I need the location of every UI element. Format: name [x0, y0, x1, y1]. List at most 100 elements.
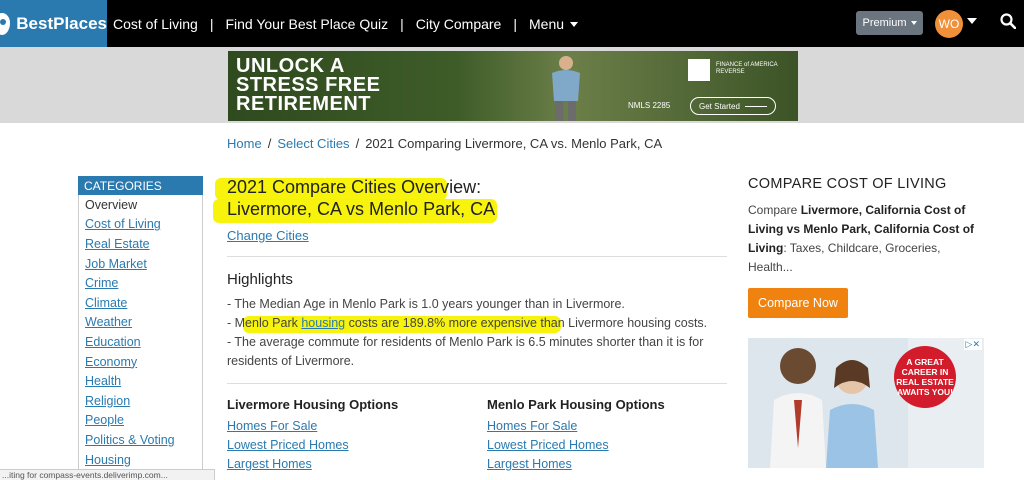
sidebar-item-politics-voting[interactable]: Politics & Voting	[79, 430, 202, 450]
menlo-park-lowest-priced-link[interactable]: Lowest Priced Homes	[487, 438, 609, 452]
get-started-label: Get Started	[699, 101, 740, 111]
sidebar-item-education[interactable]: Education	[79, 332, 202, 352]
sidebar-item-health[interactable]: Health	[79, 371, 202, 391]
sidebar-link[interactable]: Housing	[85, 453, 131, 467]
highlight-text: costs are 189.8% more expensive than Liv…	[345, 316, 708, 330]
sidebar-link[interactable]: Climate	[85, 296, 127, 310]
page-title: 2021 Compare Cities Overview: Livermore,…	[227, 176, 495, 220]
banner-brand: FINANCE of AMERICA REVERSE	[716, 62, 778, 76]
livermore-housing-heading: Livermore Housing Options	[227, 397, 399, 412]
ad-people-image	[748, 338, 908, 468]
highlight-housing-cost: - Menlo Park housing costs are 189.8% mo…	[227, 314, 707, 333]
categories-list: Overview Cost of Living Real Estate Job …	[78, 195, 203, 470]
breadcrumb-home[interactable]: Home	[227, 136, 262, 151]
brand-name: BestPlaces	[16, 13, 107, 33]
livermore-lowest-priced-link[interactable]: Lowest Priced Homes	[227, 438, 349, 452]
compare-cost-panel: COMPARE COST OF LIVING Compare Livermore…	[748, 176, 988, 468]
highlight-median-age: - The Median Age in Menlo Park is 1.0 ye…	[227, 297, 625, 311]
highlight-text: - Menlo Park	[227, 316, 302, 330]
sidebar-item-cost-of-living[interactable]: Cost of Living	[79, 215, 202, 235]
nav-city-compare[interactable]: City Compare	[416, 16, 502, 32]
banner-person-image	[552, 56, 580, 121]
premium-label: Premium	[862, 17, 907, 29]
breadcrumb-select-cities[interactable]: Select Cities	[277, 136, 349, 151]
breadcrumb: Home / Select Cities / 2021 Comparing Liverm…	[227, 136, 662, 151]
menlo-park-housing-heading: Menlo Park Housing Options	[487, 397, 665, 412]
sidebar-link[interactable]: Education	[85, 335, 141, 349]
divider	[227, 383, 727, 384]
livermore-largest-homes-link[interactable]: Largest Homes	[227, 457, 312, 471]
banner-headline-line: RETIREMENT	[236, 93, 371, 115]
sidebar-link[interactable]: Politics & Voting	[85, 433, 175, 447]
sidebar-link[interactable]: Job Market	[85, 257, 147, 271]
description-text: Compare	[748, 203, 801, 217]
nav-separator: |	[513, 15, 517, 32]
sidebar-link[interactable]: People	[85, 413, 124, 427]
compare-cost-description: Compare Livermore, California Cost of Li…	[748, 201, 988, 277]
housing-link[interactable]: housing	[301, 316, 345, 330]
search-icon[interactable]	[1000, 13, 1016, 29]
breadcrumb-current: 2021 Comparing Livermore, CA vs. Menlo P…	[365, 136, 663, 151]
page-title-line: 2021 Compare Cities Overview:	[227, 177, 482, 197]
banner-ad-area: UNLOCK A STRESS FREE RETIREMENT FINANCE …	[0, 47, 1024, 123]
sidebar-item-climate[interactable]: Climate	[79, 293, 202, 313]
sidebar-item-crime[interactable]: Crime	[79, 273, 202, 293]
menlo-park-homes-for-sale-link[interactable]: Homes For Sale	[487, 419, 577, 433]
sidebar-link[interactable]: Real Estate	[85, 237, 150, 251]
sidebar-item-people[interactable]: People	[79, 411, 202, 431]
banner-headline: UNLOCK A STRESS FREE RETIREMENT	[236, 56, 380, 115]
bestplaces-logo[interactable]: BestPlaces	[0, 0, 107, 47]
categories-header: CATEGORIES	[78, 176, 203, 195]
arrow-right-icon	[745, 106, 767, 107]
real-estate-career-ad[interactable]: A GREAT CAREER IN REAL ESTATE AWAITS YOU…	[748, 338, 984, 468]
top-navigation-bar: BestPlaces Cost of Living | Find Your Be…	[0, 0, 1024, 47]
chevron-down-icon	[570, 22, 579, 28]
banner-nmls: NMLS 2285	[628, 101, 671, 110]
change-cities-link[interactable]: Change Cities	[227, 228, 309, 243]
sidebar-item-real-estate[interactable]: Real Estate	[79, 234, 202, 254]
chevron-down-icon	[910, 21, 917, 25]
menlo-park-largest-homes-link[interactable]: Largest Homes	[487, 457, 572, 471]
sidebar-item-weather[interactable]: Weather	[79, 313, 202, 333]
location-pin-icon	[0, 12, 11, 35]
main-nav-links: Cost of Living | Find Your Best Place Qu…	[113, 0, 579, 47]
sidebar-item-religion[interactable]: Religion	[79, 391, 202, 411]
user-avatar[interactable]: WO	[935, 10, 963, 38]
page-title-line: Livermore, CA vs Menlo Park, CA	[227, 199, 496, 219]
banner-brand-line: FINANCE of AMERICA	[716, 62, 778, 68]
sidebar-link[interactable]: Crime	[85, 276, 118, 290]
nav-menu[interactable]: Menu	[529, 15, 579, 32]
premium-button[interactable]: Premium	[856, 11, 923, 35]
nav-find-best-place-quiz[interactable]: Find Your Best Place Quiz	[225, 16, 388, 32]
compare-now-button[interactable]: Compare Now	[748, 288, 848, 318]
nav-separator: |	[209, 15, 214, 32]
highlight-commute-cont: residents of Livermore.	[227, 354, 355, 368]
livermore-homes-for-sale-link[interactable]: Homes For Sale	[227, 419, 317, 433]
sidebar-item-job-market[interactable]: Job Market	[79, 254, 202, 274]
sidebar-item-economy[interactable]: Economy	[79, 352, 202, 372]
nav-menu-label: Menu	[529, 15, 565, 32]
sidebar-item-housing[interactable]: Housing	[79, 450, 202, 470]
highlights-heading: Highlights	[227, 271, 293, 288]
sidebar-item-overview[interactable]: Overview	[79, 195, 202, 215]
nav-cost-of-living[interactable]: Cost of Living	[113, 16, 198, 32]
ad-choices-icon[interactable]: ▷✕	[963, 339, 982, 350]
sidebar-link[interactable]: Health	[85, 374, 121, 388]
nav-separator: |	[400, 15, 404, 32]
browser-status-bar: ...iting for compass-events.deliverimp.c…	[0, 469, 215, 480]
retirement-banner-ad[interactable]: UNLOCK A STRESS FREE RETIREMENT FINANCE …	[228, 51, 798, 121]
banner-get-started-button[interactable]: Get Started	[690, 97, 776, 115]
breadcrumb-separator: /	[267, 136, 272, 151]
sidebar-link[interactable]: Religion	[85, 394, 130, 408]
ad-badge: A GREAT CAREER IN REAL ESTATE AWAITS YOU…	[894, 346, 956, 408]
categories-sidebar: CATEGORIES Overview Cost of Living Real …	[78, 176, 203, 470]
chevron-down-icon[interactable]	[967, 18, 977, 24]
finance-of-america-logo-icon	[688, 59, 710, 81]
breadcrumb-separator: /	[355, 136, 360, 151]
sidebar-link[interactable]: Cost of Living	[85, 217, 161, 231]
divider	[227, 256, 727, 257]
compare-cost-heading: COMPARE COST OF LIVING	[748, 176, 947, 192]
sidebar-link[interactable]: Weather	[85, 315, 132, 329]
sidebar-link[interactable]: Economy	[85, 355, 137, 369]
highlight-commute: - The average commute for residents of M…	[227, 335, 704, 349]
